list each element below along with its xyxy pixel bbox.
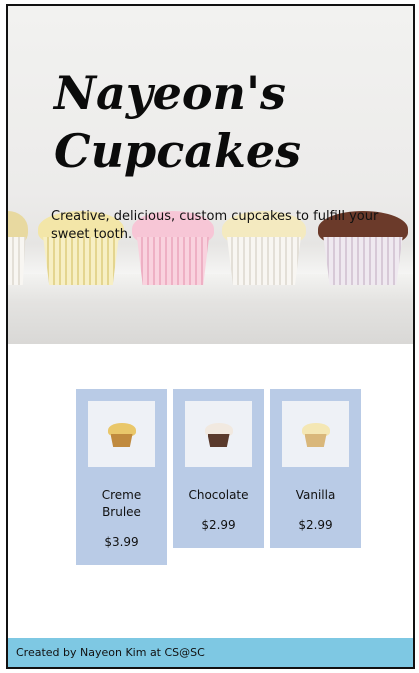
product-card-vanilla[interactable]: Vanilla $2.99: [270, 389, 361, 548]
product-list: Creme Brulee $3.99 Chocolate $2.99 Vanil…: [76, 389, 361, 565]
product-card-chocolate[interactable]: Chocolate $2.99: [173, 389, 264, 548]
product-name: Creme Brulee: [101, 488, 142, 519]
product-price: $2.99: [201, 518, 236, 532]
page-title: Nayeon's Cupcakes: [54, 64, 354, 180]
page-footer: Created by Nayeon Kim at CS@SC: [8, 638, 413, 667]
page-frame: Nayeon's Cupcakes Creative, delicious, c…: [6, 4, 415, 669]
product-name: Vanilla: [295, 488, 336, 502]
product-card-creme-brulee[interactable]: Creme Brulee $3.99: [76, 389, 167, 565]
creme-brulee-cupcake-image: [88, 401, 155, 467]
hero-tagline: Creative, delicious, custom cupcakes to …: [51, 209, 379, 242]
title-line-1: Nayeon's: [54, 66, 286, 120]
product-price: $2.99: [298, 518, 333, 532]
title-line-2: Cupcakes: [54, 124, 302, 178]
hero-banner: Nayeon's Cupcakes Creative, delicious, c…: [8, 6, 413, 346]
chocolate-cupcake-image: [185, 401, 252, 467]
product-name: Chocolate: [188, 488, 249, 502]
product-price: $3.99: [104, 535, 139, 549]
hero-cupcake-image: [8, 211, 28, 285]
vanilla-cupcake-image: [282, 401, 349, 467]
